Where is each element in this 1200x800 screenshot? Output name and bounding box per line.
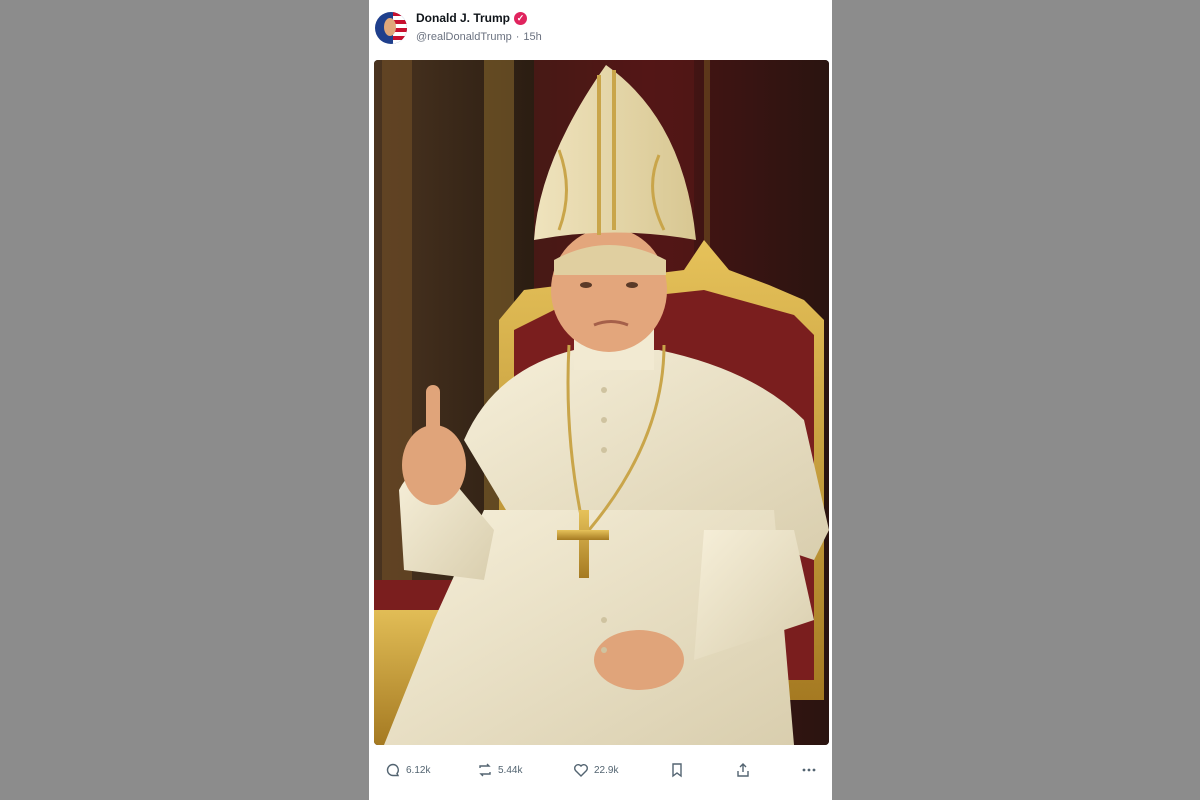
- like-button[interactable]: 22.9k: [573, 762, 618, 778]
- more-icon: [802, 768, 816, 772]
- repost-count: 5.44k: [498, 764, 523, 776]
- reply-count: 6.12k: [406, 764, 431, 776]
- share-icon: [737, 763, 749, 777]
- post-image-illustration: [374, 60, 829, 745]
- reply-button[interactable]: 6.12k: [385, 762, 430, 778]
- repost-icon: [479, 763, 491, 777]
- avatar-face: [384, 18, 396, 36]
- display-name[interactable]: Donald J. Trump: [416, 11, 510, 25]
- heart-icon: [574, 764, 588, 777]
- reply-icon: [386, 763, 400, 777]
- post-image[interactable]: [374, 60, 829, 745]
- post-header: Donald J. Trump ✓ @realDonaldTrump · 15h: [369, 0, 832, 58]
- separator-dot: ·: [515, 31, 520, 43]
- action-bar: 6.12k 5.44k 22.9k: [369, 752, 832, 792]
- avatar[interactable]: [375, 12, 407, 44]
- author-handle[interactable]: @realDonaldTrump: [416, 31, 512, 43]
- bookmark-button[interactable]: [669, 762, 685, 778]
- verified-badge-icon: ✓: [514, 11, 528, 25]
- post-card: Donald J. Trump ✓ @realDonaldTrump · 15h: [369, 0, 832, 800]
- handle-row: @realDonaldTrump · 15h: [416, 31, 542, 43]
- like-count: 22.9k: [594, 764, 619, 776]
- more-button[interactable]: [801, 762, 817, 778]
- bookmark-icon: [672, 763, 682, 778]
- post-timestamp[interactable]: 15h: [523, 31, 541, 43]
- display-name-row: Donald J. Trump ✓: [416, 11, 528, 25]
- repost-button[interactable]: 5.44k: [477, 762, 522, 778]
- share-button[interactable]: [735, 762, 751, 778]
